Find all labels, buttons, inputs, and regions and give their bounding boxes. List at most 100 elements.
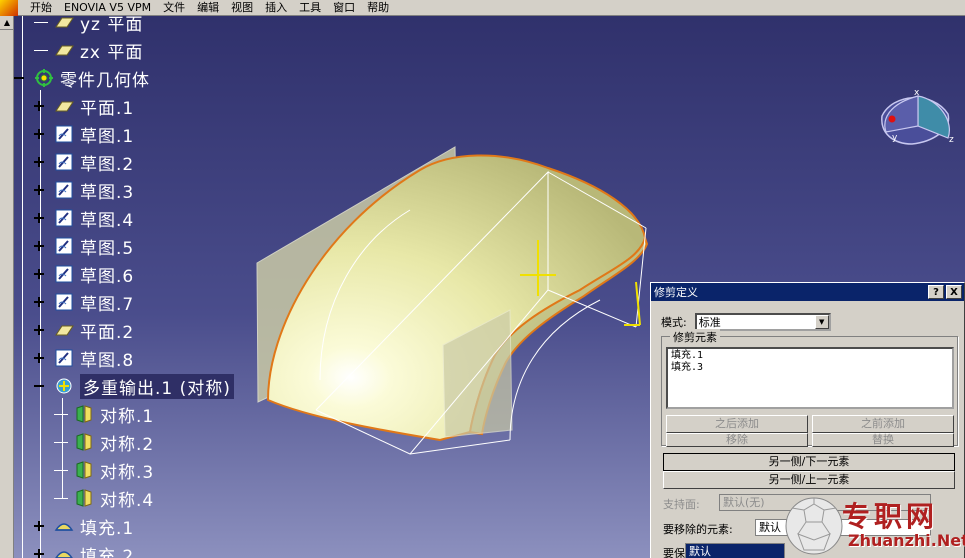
tree-connector [54, 442, 68, 443]
tree-node[interactable]: 填充.1 [54, 514, 135, 539]
tree-expander-icon[interactable] [34, 157, 44, 167]
tree-expander-icon[interactable] [34, 381, 44, 391]
dialog-title: 修剪定义 [654, 286, 698, 299]
symmetry-icon [74, 432, 94, 452]
tree-node[interactable]: 多重输出.1 (对称) [54, 373, 234, 399]
tree-expander-icon[interactable] [34, 297, 44, 307]
tree-expander-icon[interactable] [14, 73, 24, 83]
sketch-icon [54, 292, 74, 312]
sketch-icon [54, 152, 74, 172]
tree-expander-icon[interactable] [34, 241, 44, 251]
menu-file[interactable]: 文件 [157, 0, 191, 16]
menu-view[interactable]: 视图 [225, 0, 259, 16]
tree-node-label: 草图.5 [80, 238, 135, 259]
other-side-next-button[interactable]: 另一侧/下一元素 [663, 453, 955, 471]
tree-node-label: 平面.2 [80, 322, 135, 343]
tree-node[interactable]: 草图.4 [54, 206, 135, 231]
menu-help[interactable]: 帮助 [361, 0, 395, 16]
other-side-prev-button[interactable]: 另一侧/上一元素 [663, 471, 955, 489]
compass-z-label: z [949, 135, 954, 145]
tree-node-label: 平面.1 [80, 98, 135, 119]
plane-icon [54, 40, 74, 60]
keep-elements-label: 要保 [663, 547, 685, 558]
tree-expander-icon[interactable] [34, 129, 44, 139]
tree-expander-icon[interactable] [34, 269, 44, 279]
add-after-button[interactable]: 之后添加 [666, 415, 808, 433]
chevron-down-icon[interactable]: ▼ [814, 315, 829, 329]
tree-node[interactable]: 对称.2 [74, 430, 155, 455]
catia-logo-icon[interactable] [0, 0, 18, 16]
tree-expander-icon[interactable] [34, 325, 44, 335]
menu-bar: 开始 ENOVIA V5 VPM 文件 编辑 视图 插入 工具 窗口 帮助 [0, 0, 965, 16]
menu-edit[interactable]: 编辑 [191, 0, 225, 16]
tree-connector [34, 22, 48, 23]
list-item[interactable]: 填充.3 [671, 362, 949, 374]
tree-node[interactable]: 草图.8 [54, 346, 134, 371]
tree-scrollbar[interactable]: ▲ [0, 16, 14, 558]
tree-node-label: 草图.4 [80, 210, 135, 231]
tree-expander-icon[interactable] [34, 213, 44, 223]
menu-insert[interactable]: 插入 [259, 0, 293, 16]
menu-tools[interactable]: 工具 [293, 0, 327, 16]
tree-node[interactable]: 对称.1 [74, 402, 154, 427]
menu-start[interactable]: 开始 [24, 0, 58, 16]
plane-icon [54, 96, 74, 116]
tree-expander-icon[interactable] [34, 101, 44, 111]
tree-node[interactable]: 填充.2 [54, 542, 134, 558]
compass-widget[interactable]: x y z [872, 86, 960, 154]
tree-node-label: 填充.1 [80, 518, 135, 539]
tree-connector [54, 470, 68, 471]
tree-expander-icon[interactable] [34, 549, 44, 558]
tree-node[interactable]: 平面.1 [54, 94, 135, 119]
symmetry-icon [74, 488, 94, 508]
tree-node[interactable]: yz 平面 [54, 10, 143, 35]
remove-button[interactable]: 移除 [666, 433, 808, 447]
close-button[interactable]: X [946, 285, 962, 299]
sketch-icon [54, 348, 74, 368]
tree-node[interactable]: 草图.2 [54, 150, 135, 175]
remove-elements-label: 要移除的元素: [663, 523, 733, 536]
help-button[interactable]: ? [928, 285, 944, 299]
keep-elements-field[interactable]: 默认 [685, 543, 785, 558]
tree-node[interactable]: 对称.3 [74, 458, 155, 483]
tree-node-label: 草图.2 [80, 154, 135, 175]
trim-elements-group: 修剪元素 填充.1 填充.3 之后添加 之前添加 移除 替换 [661, 329, 958, 447]
tree-node-label: 草图.1 [80, 126, 135, 147]
scroll-up-arrow-icon[interactable]: ▲ [0, 16, 14, 30]
tree-node-label: 对称.4 [100, 490, 155, 511]
tree-node[interactable]: 草图.5 [54, 234, 135, 259]
tree-connector [62, 398, 63, 498]
list-item[interactable]: 填充.1 [671, 350, 949, 362]
tree-node-label: 零件几何体 [60, 70, 150, 91]
menu-window[interactable]: 窗口 [327, 0, 361, 16]
tree-expander-icon[interactable] [34, 521, 44, 531]
symmetry-icon [74, 404, 94, 424]
tree-connector [54, 414, 68, 415]
tree-node[interactable]: 零件几何体 [34, 66, 150, 91]
tree-node[interactable]: 平面.2 [54, 318, 135, 343]
watermark-url: Zhuanzhi.Net [848, 531, 965, 550]
tree-node-label: 草图.6 [80, 266, 135, 287]
tree-expander-icon[interactable] [34, 185, 44, 195]
sketch-icon [54, 208, 74, 228]
dialog-titlebar[interactable]: 修剪定义 ? X [651, 283, 964, 301]
tree-node[interactable]: zx 平面 [54, 38, 143, 63]
group-label: 修剪元素 [670, 329, 720, 345]
replace-button[interactable]: 替换 [812, 433, 954, 447]
tree-node-label: 对称.2 [100, 434, 155, 455]
tree-expander-icon[interactable] [34, 353, 44, 363]
sketch-icon [54, 180, 74, 200]
tree-connector [34, 50, 48, 51]
tree-node[interactable]: 草图.6 [54, 262, 135, 287]
tree-node[interactable]: 草图.7 [54, 290, 134, 315]
fill-icon [54, 544, 74, 558]
tree-node-label: 对称.3 [100, 462, 155, 483]
sketch-icon [54, 124, 74, 144]
trim-elements-list[interactable]: 填充.1 填充.3 [666, 347, 954, 409]
tree-node-label: 草图.3 [80, 182, 135, 203]
add-before-button[interactable]: 之前添加 [812, 415, 954, 433]
tree-node[interactable]: 草图.3 [54, 178, 135, 203]
tree-node[interactable]: 草图.1 [54, 122, 135, 147]
tree-connector [54, 498, 68, 499]
tree-node[interactable]: 对称.4 [74, 486, 155, 511]
